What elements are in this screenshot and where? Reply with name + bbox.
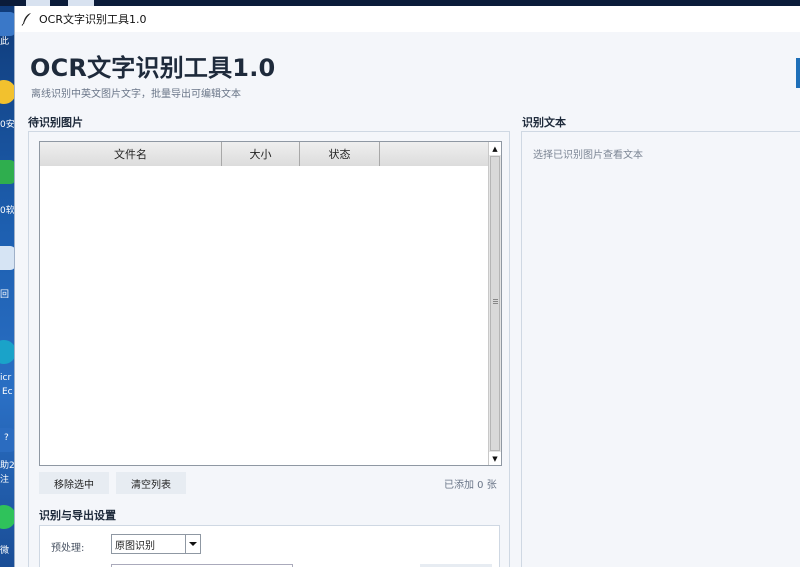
desktop-label: 0软 bbox=[0, 206, 15, 216]
scroll-up-arrow-icon[interactable]: ▲ bbox=[489, 142, 501, 155]
result-placeholder: 选择已识别图片查看文本 bbox=[533, 150, 643, 161]
app-window: OCR文字识别工具1.0 OCR文字识别工具1.0 离线识别中英文图片文字，批量… bbox=[14, 6, 800, 567]
table-scrollbar[interactable]: ▲ ▼ bbox=[488, 142, 501, 465]
desktop-label: 微 bbox=[0, 546, 10, 556]
desktop-label: 注 bbox=[0, 475, 10, 485]
table-header: 文件名 大小 状态 bbox=[40, 142, 489, 166]
desktop-label: icr bbox=[0, 373, 12, 383]
page-title: OCR文字识别工具1.0 bbox=[30, 54, 276, 82]
desktop-label: 此 bbox=[0, 37, 10, 47]
desktop-label: 回 bbox=[0, 290, 10, 300]
desktop-label: 助2 bbox=[0, 461, 15, 471]
image-list-title: 待识别图片 bbox=[28, 116, 83, 129]
preprocess-label: 预处理: bbox=[51, 543, 85, 554]
column-header-filler bbox=[380, 142, 489, 166]
settings-title: 识别与导出设置 bbox=[39, 509, 116, 522]
preprocess-select[interactable]: 原图识别 bbox=[111, 534, 201, 554]
desktop-label: ? bbox=[4, 433, 9, 443]
settings-panel bbox=[39, 525, 500, 567]
image-table[interactable]: 文件名 大小 状态 ▲ ▼ bbox=[39, 141, 502, 466]
clear-list-button[interactable]: 清空列表 bbox=[116, 472, 186, 494]
grip-line bbox=[493, 299, 498, 300]
page-subtitle: 离线识别中英文图片文字，批量导出可编辑文本 bbox=[31, 89, 241, 100]
window-title: OCR文字识别工具1.0 bbox=[39, 13, 147, 26]
result-text-panel[interactable] bbox=[521, 131, 800, 567]
scrollbar-thumb[interactable] bbox=[490, 156, 500, 451]
primary-action-button[interactable] bbox=[796, 58, 800, 88]
scroll-down-arrow-icon[interactable]: ▼ bbox=[489, 452, 501, 465]
desktop-label: Ec bbox=[2, 387, 13, 397]
grip-line bbox=[493, 303, 498, 304]
grip-line bbox=[493, 301, 498, 302]
remove-selected-button[interactable]: 移除选中 bbox=[39, 472, 109, 494]
desktop-label: 0安 bbox=[0, 120, 15, 130]
feather-icon bbox=[21, 13, 31, 26]
column-header-status[interactable]: 状态 bbox=[300, 142, 380, 166]
column-header-size[interactable]: 大小 bbox=[222, 142, 300, 166]
image-count: 已添加 0 张 bbox=[444, 480, 497, 491]
column-header-filename[interactable]: 文件名 bbox=[40, 142, 222, 166]
dropdown-arrow-icon[interactable] bbox=[185, 535, 200, 553]
result-title: 识别文本 bbox=[522, 116, 566, 129]
preprocess-value: 原图识别 bbox=[115, 540, 155, 552]
title-bar[interactable]: OCR文字识别工具1.0 bbox=[15, 6, 800, 32]
